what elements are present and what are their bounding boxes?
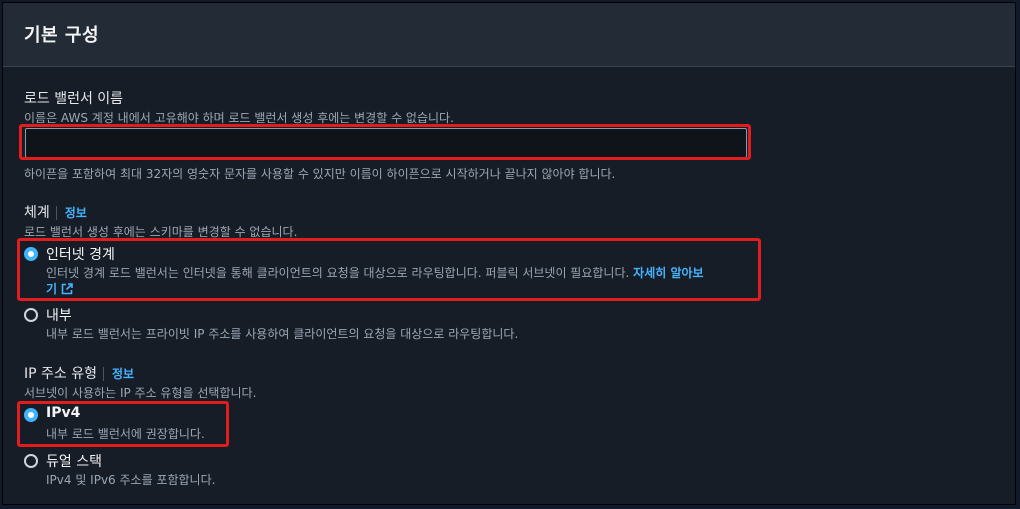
external-link-icon[interactable] (61, 283, 73, 298)
info-divider (55, 205, 57, 220)
ip-type-description: 서브넷이 사용하는 IP 주소 유형을 선택합니다. (24, 386, 257, 400)
ipv4-description: 내부 로드 밸런서에 권장합니다. (46, 427, 205, 441)
section-header: 기본 구성 (3, 3, 1015, 67)
section-title: 기본 구성 (24, 25, 100, 46)
info-divider (103, 366, 104, 381)
basic-config-panel: 기본 구성 로드 밸런서 이름 이름은 AWS 계정 내에서 고유해야 하며 로… (2, 2, 1016, 505)
ipv4-label[interactable]: IPv4 (46, 405, 80, 421)
radio-internal[interactable] (24, 308, 38, 322)
internet-facing-description-line2: 기 (46, 280, 73, 298)
learn-more-link-continued[interactable]: 기 (46, 282, 57, 296)
lb-name-description: 이름은 AWS 계정 내에서 고유해야 하며 로드 밸런서 생성 후에는 변경할… (24, 111, 454, 125)
ip-type-heading: IP 주소 유형 정보 (24, 363, 134, 383)
radio-internet-facing[interactable] (24, 247, 38, 261)
lb-name-input[interactable] (25, 128, 747, 158)
lb-name-hint: 하이픈을 포함하여 최대 32자의 영숫자 문자를 사용할 수 있지만 이름이 … (24, 167, 616, 181)
radio-ipv4[interactable] (24, 408, 38, 422)
scheme-label: 체계 (24, 205, 50, 221)
ip-type-label: IP 주소 유형 (24, 366, 97, 382)
internal-label[interactable]: 내부 (46, 305, 72, 325)
scheme-description: 로드 밸런서 생성 후에는 스키마를 변경할 수 없습니다. (24, 225, 298, 239)
scheme-info-link[interactable]: 정보 (65, 206, 87, 220)
ip-type-info-link[interactable]: 정보 (112, 367, 134, 381)
dualstack-description: IPv4 및 IPv6 주소를 포함합니다. (46, 473, 216, 487)
internet-facing-description-line1: 인터넷 경계 로드 밸런서는 인터넷을 통해 클라이언트의 요청을 대상으로 라… (46, 264, 704, 281)
learn-more-link[interactable]: 자세히 알아보 (633, 266, 703, 280)
internet-facing-description: 인터넷 경계 로드 밸런서는 인터넷을 통해 클라이언트의 요청을 대상으로 라… (46, 266, 630, 280)
internal-description: 내부 로드 밸런서는 프라이빗 IP 주소를 사용하여 클라이언트의 요청을 대… (46, 327, 519, 341)
dualstack-label[interactable]: 듀얼 스택 (46, 451, 102, 471)
radio-dualstack[interactable] (24, 454, 38, 468)
scheme-heading: 체계 정보 (24, 202, 87, 222)
lb-name-label: 로드 밸런서 이름 (24, 91, 124, 107)
internet-facing-label[interactable]: 인터넷 경계 (46, 244, 115, 264)
